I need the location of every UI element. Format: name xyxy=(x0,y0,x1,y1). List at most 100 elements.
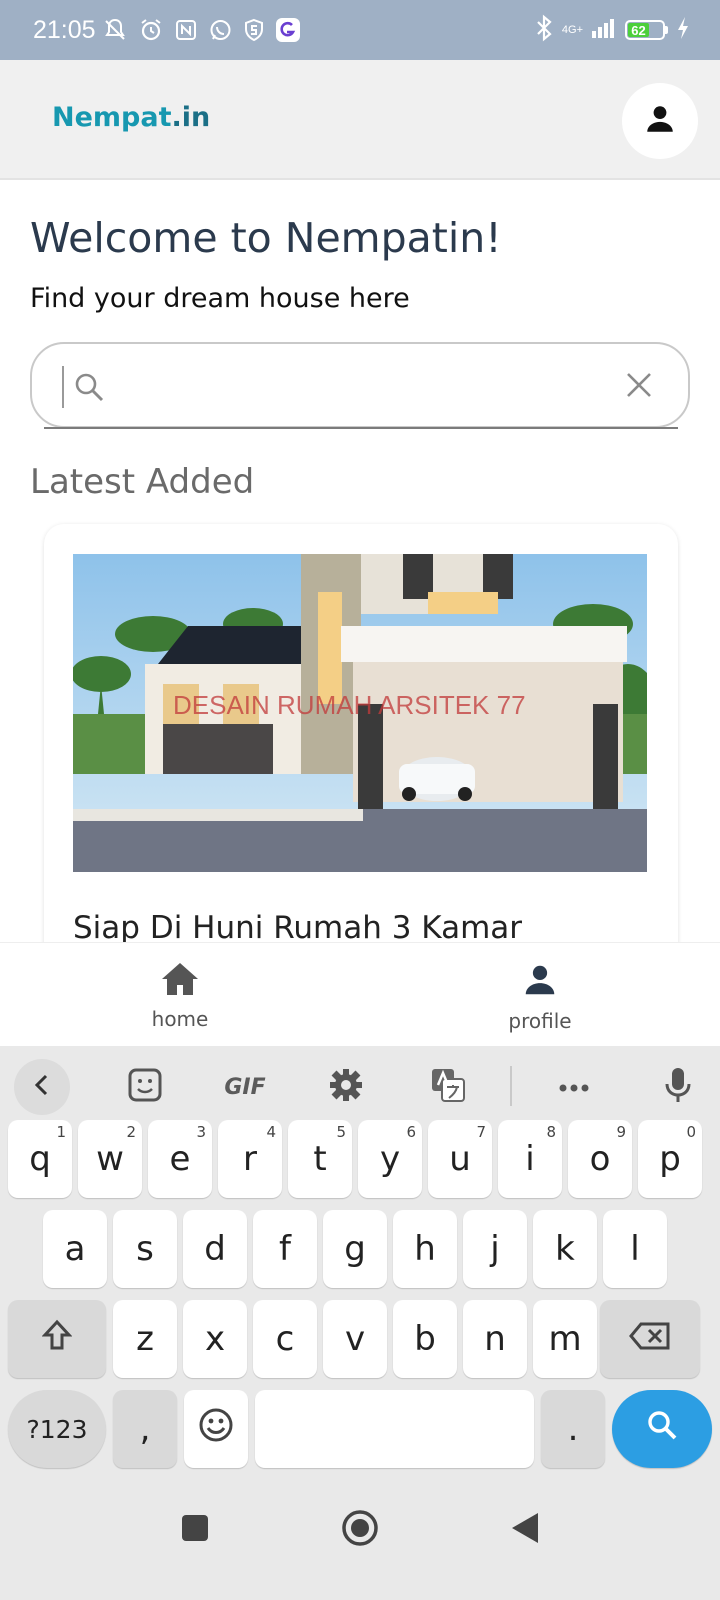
property-photo: DESAIN RUMAH ARSITEK 77 xyxy=(73,554,647,872)
key-y[interactable]: y6 xyxy=(358,1120,422,1198)
key-g[interactable]: g xyxy=(323,1210,387,1288)
brand-logo[interactable]: Nempat.in xyxy=(52,102,210,133)
voice-input-button[interactable] xyxy=(650,1059,706,1115)
property-title: Siap Di Huni Rumah 3 Kamar xyxy=(73,910,523,946)
gear-icon xyxy=(329,1068,363,1106)
more-options-button[interactable] xyxy=(546,1059,602,1115)
key-w[interactable]: w2 xyxy=(78,1120,142,1198)
home-system-button[interactable] xyxy=(341,1509,379,1551)
gif-label: GIF xyxy=(224,1074,266,1100)
key-v[interactable]: v xyxy=(323,1300,387,1378)
key-z[interactable]: z xyxy=(113,1300,177,1378)
app-bar: Nempat.in xyxy=(0,60,720,180)
app-notification-icon xyxy=(275,17,301,43)
key-label: i xyxy=(525,1139,535,1179)
key-k[interactable]: k xyxy=(533,1210,597,1288)
network-type: 4G+ xyxy=(561,23,583,36)
key-hint: 4 xyxy=(266,1123,276,1141)
property-card[interactable]: DESAIN RUMAH ARSITEK 77 Siap Di Huni Rum… xyxy=(44,524,678,984)
profile-avatar-button[interactable] xyxy=(622,83,698,159)
recent-apps-button[interactable] xyxy=(181,1514,209,1546)
comma-key[interactable]: , xyxy=(113,1390,177,1468)
whatsapp-icon xyxy=(208,18,233,43)
alarm-icon xyxy=(138,17,164,43)
key-c[interactable]: c xyxy=(253,1300,317,1378)
key-hint: 2 xyxy=(126,1123,136,1141)
nav-profile[interactable]: profile xyxy=(360,943,720,1046)
key-i[interactable]: i8 xyxy=(498,1120,562,1198)
shift-arrow-icon xyxy=(41,1319,73,1360)
shift-key[interactable] xyxy=(8,1300,106,1378)
key-b[interactable]: b xyxy=(393,1300,457,1378)
key-h[interactable]: h xyxy=(393,1210,457,1288)
key-r[interactable]: r4 xyxy=(218,1120,282,1198)
more-dots-icon xyxy=(558,1078,590,1097)
toolbar-back-button[interactable] xyxy=(14,1059,70,1115)
period-key[interactable]: . xyxy=(541,1390,605,1468)
key-j[interactable]: j xyxy=(463,1210,527,1288)
page-title: Welcome to Nempatin! xyxy=(30,214,502,262)
key-label: e xyxy=(169,1139,191,1179)
gif-button[interactable]: GIF xyxy=(215,1059,275,1115)
key-q[interactable]: q1 xyxy=(8,1120,72,1198)
key-label: o xyxy=(589,1139,611,1179)
search-icon xyxy=(645,1408,679,1451)
symbols-key[interactable]: ?123 xyxy=(8,1390,106,1468)
system-indicators: 4G+ 62 xyxy=(534,14,690,46)
key-e[interactable]: e3 xyxy=(148,1120,212,1198)
watermark-text: DESAIN RUMAH ARSITEK 77 xyxy=(173,690,526,720)
page-subtitle: Find your dream house here xyxy=(30,283,410,314)
status-bar: 21:05 4G+ 62 xyxy=(0,0,720,60)
clear-search-icon[interactable] xyxy=(624,370,654,404)
microphone-icon xyxy=(664,1066,692,1108)
brand-suffix: .in xyxy=(171,102,211,133)
key-s[interactable]: s xyxy=(113,1210,177,1288)
sticker-button[interactable] xyxy=(117,1059,173,1115)
key-hint: 9 xyxy=(616,1123,626,1141)
charging-icon xyxy=(676,16,690,44)
key-l[interactable]: l xyxy=(603,1210,667,1288)
search-underline xyxy=(44,427,678,429)
bottom-navigation: home profile xyxy=(0,942,720,1046)
search-bar[interactable] xyxy=(30,342,690,428)
key-x[interactable]: x xyxy=(183,1300,247,1378)
spacebar-key[interactable] xyxy=(255,1390,534,1468)
key-label: p xyxy=(659,1139,681,1179)
shield-s-icon xyxy=(243,18,265,42)
translate-button[interactable] xyxy=(420,1059,476,1115)
person-icon xyxy=(521,961,559,1003)
key-t[interactable]: t5 xyxy=(288,1120,352,1198)
back-system-button[interactable] xyxy=(510,1511,540,1549)
key-hint: 7 xyxy=(476,1123,486,1141)
settings-button[interactable] xyxy=(318,1059,374,1115)
key-m[interactable]: m xyxy=(533,1300,597,1378)
bluetooth-icon xyxy=(534,14,554,46)
key-a[interactable]: a xyxy=(43,1210,107,1288)
key-label: y xyxy=(379,1139,401,1179)
backspace-key[interactable] xyxy=(600,1300,700,1378)
keyboard-toolbar: GIF xyxy=(0,1046,720,1126)
key-o[interactable]: o9 xyxy=(568,1120,632,1198)
person-icon xyxy=(643,102,677,140)
nfc-icon xyxy=(174,18,198,42)
key-u[interactable]: u7 xyxy=(428,1120,492,1198)
key-label: t xyxy=(313,1139,327,1179)
system-navigation-bar xyxy=(0,1478,720,1600)
chevron-left-icon xyxy=(32,1073,52,1101)
nav-profile-label: profile xyxy=(508,1009,572,1033)
key-d[interactable]: d xyxy=(183,1210,247,1288)
home-icon xyxy=(160,961,200,1001)
key-n[interactable]: n xyxy=(463,1300,527,1378)
text-cursor xyxy=(62,366,64,408)
key-hint: 8 xyxy=(546,1123,556,1141)
key-f[interactable]: f xyxy=(253,1210,317,1288)
search-enter-key[interactable] xyxy=(612,1390,712,1468)
key-label: u xyxy=(449,1139,471,1179)
search-input[interactable] xyxy=(132,362,612,410)
key-p[interactable]: p0 xyxy=(638,1120,702,1198)
mute-notification-icon xyxy=(102,17,128,43)
notification-icons xyxy=(102,17,301,43)
nav-home[interactable]: home xyxy=(0,943,360,1046)
key-label: w xyxy=(96,1139,124,1179)
emoji-key[interactable] xyxy=(184,1390,248,1468)
